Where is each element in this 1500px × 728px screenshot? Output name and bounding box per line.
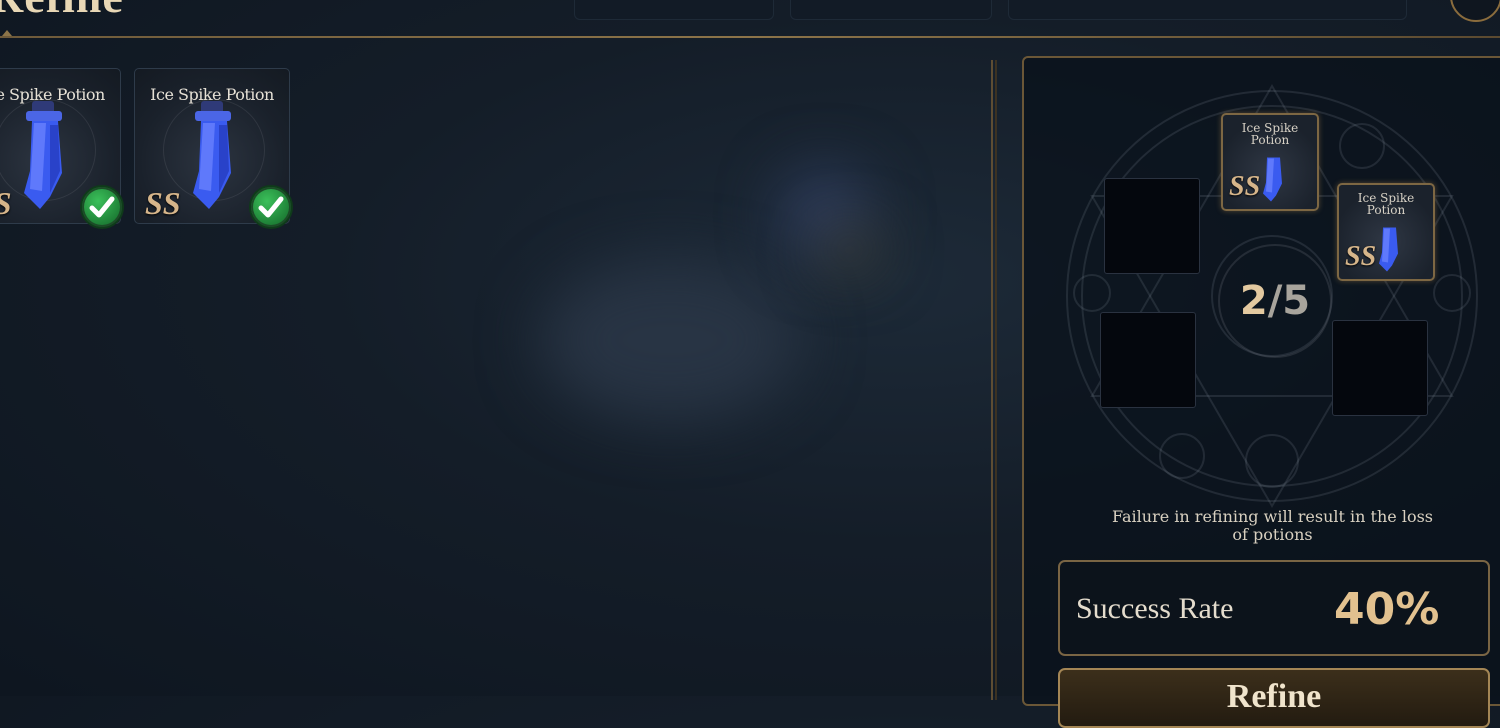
inventory-item-card[interactable]: Ice Spike Potion SS [0, 68, 124, 229]
background-blur [820, 230, 880, 270]
header-notch [2, 30, 12, 36]
item-grade: SS [0, 185, 12, 222]
background-blur [540, 260, 800, 420]
refine-slot-filled[interactable]: Ice Spike Potion SS [1221, 113, 1319, 211]
refine-slot-empty[interactable] [1100, 312, 1196, 408]
refine-slot-filled[interactable]: Ice Spike Potion SS [1337, 183, 1435, 281]
success-rate-label: Success Rate [1076, 592, 1234, 625]
refine-button-label: Refine [1226, 678, 1322, 715]
header-divider [0, 36, 1500, 38]
count-total: 5 [1282, 278, 1311, 324]
slot-item-grade: SS [1229, 171, 1261, 202]
slot-item-name: Ice Spike Potion [1357, 191, 1415, 217]
failure-warning: Failure in refining will result in the l… [1111, 507, 1433, 544]
scrollbar[interactable] [991, 60, 997, 700]
tab[interactable] [790, 0, 992, 20]
ice-spike-potion-icon [193, 101, 231, 209]
item-grade: SS [145, 185, 181, 221]
success-rate-box: Success Rate 40% [1058, 560, 1490, 656]
tab[interactable] [574, 0, 774, 20]
close-button[interactable] [1450, 0, 1500, 22]
tab[interactable] [1008, 0, 1407, 20]
check-circle-icon [80, 185, 124, 229]
refine-slot-empty[interactable] [1104, 178, 1200, 274]
refine-button[interactable]: Refine [1058, 668, 1490, 728]
refine-slot-empty[interactable] [1332, 320, 1428, 416]
slot-count: 2/5 [1220, 278, 1330, 324]
slot-item-name: Ice Spike Potion [1241, 121, 1299, 147]
inventory-item-card[interactable]: Ice Spike Potion SS [134, 68, 293, 229]
success-rate-value: 40% [1334, 584, 1440, 635]
slot-counter: 2/5 [1218, 244, 1332, 358]
page-title: Refine [0, 0, 124, 23]
slot-item-grade: SS [1345, 241, 1377, 272]
count-current: 2 [1239, 278, 1268, 324]
ice-spike-potion-icon [24, 101, 62, 209]
count-separator: / [1267, 278, 1283, 324]
check-circle-icon [249, 185, 293, 229]
